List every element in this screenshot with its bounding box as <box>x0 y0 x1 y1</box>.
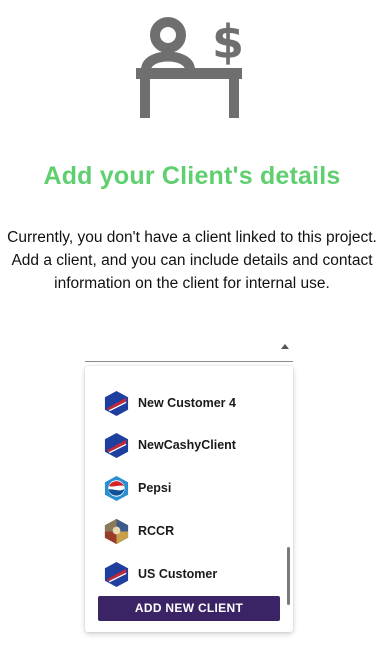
client-dropdown-menu: New Customer 4 NewCashyClient Pepsi RCCR… <box>85 366 293 632</box>
svg-text:$: $ <box>212 15 244 69</box>
client-avatar-icon <box>104 390 129 416</box>
pepsi-logo-icon <box>104 475 129 501</box>
client-option[interactable]: Pepsi <box>85 468 285 508</box>
client-avatar-icon <box>104 518 129 544</box>
client-select[interactable] <box>85 340 293 362</box>
client-option[interactable]: RCCR <box>85 511 285 551</box>
add-new-client-button[interactable]: ADD NEW CLIENT <box>98 596 280 621</box>
client-avatar-icon <box>104 561 129 587</box>
empty-state-description: Currently, you don't have a client linke… <box>7 229 377 292</box>
client-option-label: Pepsi <box>138 481 172 495</box>
client-option-label: New Customer 4 <box>138 396 236 410</box>
client-option-label: RCCR <box>138 524 175 538</box>
client-option-label: NewCashyClient <box>138 438 236 452</box>
add-client-page: $ Add your Client's details Currently, y… <box>0 0 384 646</box>
client-avatar-icon <box>104 432 129 458</box>
page-title: Add your Client's details <box>43 162 341 190</box>
client-desk-dollar-icon: $ <box>136 15 244 118</box>
client-option[interactable]: US Customer <box>85 554 285 594</box>
client-option[interactable]: New Customer 4 <box>85 383 285 423</box>
client-option[interactable]: NewCashyClient <box>85 425 285 465</box>
client-option-label: US Customer <box>138 567 218 581</box>
dropdown-scrollbar[interactable] <box>287 547 290 605</box>
caret-up-icon[interactable] <box>281 344 289 349</box>
